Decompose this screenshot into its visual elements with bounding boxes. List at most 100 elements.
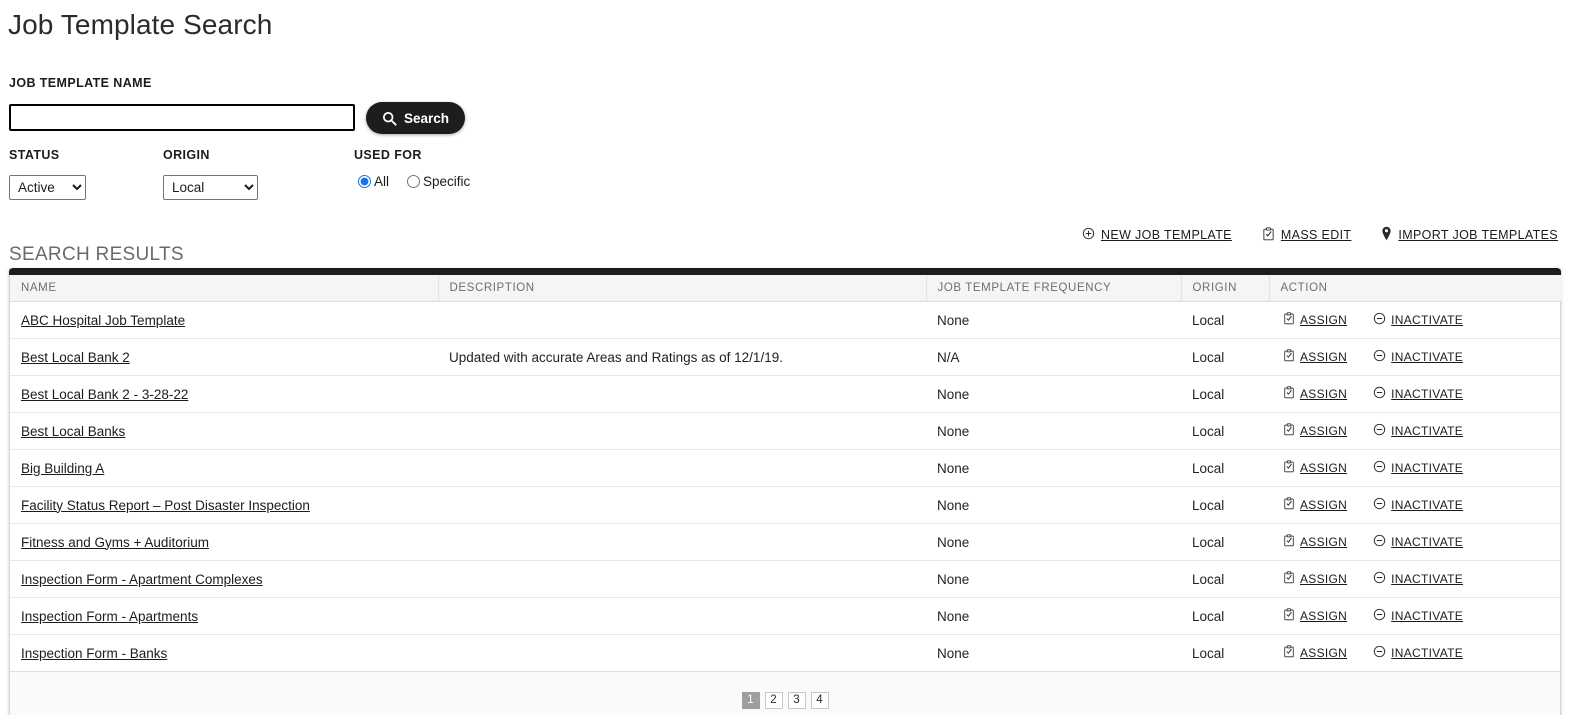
cell-action: ASSIGN INACTIVATE — [1269, 301, 1562, 339]
cell-description: Updated with accurate Areas and Ratings … — [438, 338, 926, 376]
job-template-link[interactable]: Inspection Form - Apartments — [21, 609, 198, 624]
inactivate-action[interactable]: INACTIVATE — [1373, 312, 1463, 328]
job-template-link[interactable]: Best Local Bank 2 - 3-28-22 — [21, 387, 188, 402]
job-template-link[interactable]: Inspection Form - Apartment Complexes — [21, 572, 263, 587]
job-template-link[interactable]: Facility Status Report – Post Disaster I… — [21, 498, 310, 513]
circle-minus-icon — [1373, 312, 1386, 328]
cell-origin: Local — [1181, 338, 1269, 376]
cell-name: Inspection Form - Banks — [10, 634, 438, 672]
assign-action[interactable]: ASSIGN — [1283, 534, 1347, 550]
job-template-name-input[interactable] — [9, 104, 355, 131]
assign-action[interactable]: ASSIGN — [1283, 497, 1347, 513]
circle-minus-icon — [1373, 534, 1386, 550]
column-header-description[interactable]: DESCRIPTION — [438, 275, 927, 302]
assign-label: ASSIGN — [1300, 424, 1348, 438]
cell-frequency: None — [926, 486, 1181, 524]
cell-name: Inspection Form - Apartments — [10, 597, 438, 635]
cell-origin: Local — [1181, 523, 1269, 561]
inactivate-action[interactable]: INACTIVATE — [1373, 423, 1463, 439]
assign-action[interactable]: ASSIGN — [1283, 460, 1347, 476]
inactivate-action[interactable]: INACTIVATE — [1373, 460, 1463, 476]
cell-origin: Local — [1181, 412, 1269, 450]
cell-description — [438, 560, 926, 598]
assign-action[interactable]: ASSIGN — [1283, 571, 1347, 587]
assign-action[interactable]: ASSIGN — [1283, 608, 1347, 624]
job-template-link[interactable]: Big Building A — [21, 461, 104, 476]
inactivate-action[interactable]: INACTIVATE — [1373, 386, 1463, 402]
assign-action[interactable]: ASSIGN — [1283, 312, 1347, 328]
used-for-specific-radio[interactable] — [407, 175, 421, 188]
mass-edit-action[interactable]: MASS EDIT — [1262, 226, 1352, 244]
used-for-all-option[interactable]: All — [358, 174, 389, 189]
assign-label: ASSIGN — [1300, 350, 1348, 364]
assign-action[interactable]: ASSIGN — [1283, 386, 1347, 402]
table-row: Best Local Bank 2 Updated with accurate A… — [10, 338, 1562, 376]
column-header-origin[interactable]: ORIGIN — [1181, 275, 1270, 302]
circle-minus-icon — [1373, 386, 1386, 402]
cell-description — [438, 486, 926, 524]
job-template-link[interactable]: Inspection Form - Banks — [21, 646, 167, 661]
origin-select[interactable]: Local — [163, 175, 258, 200]
circle-minus-icon — [1373, 349, 1386, 365]
job-template-link[interactable]: Fitness and Gyms + Auditorium — [21, 535, 209, 550]
job-template-link[interactable]: Best Local Banks — [21, 424, 125, 439]
results-table-container: NAME DESCRIPTION JOB TEMPLATE FREQUENCY … — [9, 268, 1562, 715]
used-for-radio-group: All Specific — [358, 174, 470, 189]
inactivate-label: INACTIVATE — [1391, 424, 1464, 438]
cell-action: ASSIGN INACTIVATE — [1269, 449, 1562, 487]
status-select[interactable]: Active — [9, 175, 86, 200]
cell-origin: Local — [1181, 597, 1269, 635]
pagination-page-2[interactable]: 2 — [764, 691, 783, 709]
inactivate-action[interactable]: INACTIVATE — [1373, 571, 1463, 587]
inactivate-action[interactable]: INACTIVATE — [1373, 608, 1463, 624]
inactivate-action[interactable]: INACTIVATE — [1373, 497, 1463, 513]
inactivate-action[interactable]: INACTIVATE — [1373, 645, 1463, 661]
job-template-link[interactable]: Best Local Bank 2 — [21, 350, 130, 365]
table-row: Big Building A None Local ASSIGN INACTIVATE — [10, 449, 1562, 487]
assign-action[interactable]: ASSIGN — [1283, 423, 1347, 439]
inactivate-action[interactable]: INACTIVATE — [1373, 349, 1463, 365]
job-template-link[interactable]: ABC Hospital Job Template — [21, 313, 185, 328]
assign-label: ASSIGN — [1300, 572, 1348, 586]
used-for-specific-option[interactable]: Specific — [407, 174, 470, 189]
job-template-name-label: JOB TEMPLATE NAME — [9, 76, 152, 90]
cell-name: Facility Status Report – Post Disaster I… — [10, 486, 438, 524]
cell-name: Fitness and Gyms + Auditorium — [10, 523, 438, 561]
table-row: Inspection Form - Apartments None Local ASS… — [10, 597, 1562, 635]
cell-action: ASSIGN INACTIVATE — [1269, 375, 1562, 413]
cell-name: Inspection Form - Apartment Complexes — [10, 560, 438, 598]
cell-frequency: None — [926, 634, 1181, 672]
cell-origin: Local — [1181, 560, 1269, 598]
new-job-template-label: NEW JOB TEMPLATE — [1101, 228, 1232, 242]
column-header-frequency[interactable]: JOB TEMPLATE FREQUENCY — [926, 275, 1182, 302]
assign-label: ASSIGN — [1300, 609, 1348, 623]
assign-action[interactable]: ASSIGN — [1283, 645, 1347, 661]
used-for-specific-label: Specific — [423, 174, 471, 189]
circle-minus-icon — [1373, 571, 1386, 587]
clipboard-check-icon — [1283, 349, 1295, 365]
import-job-templates-action[interactable]: IMPORT JOB TEMPLATES — [1381, 226, 1558, 244]
pagination-page-4[interactable]: 4 — [810, 691, 829, 709]
new-job-template-action[interactable]: NEW JOB TEMPLATE — [1082, 227, 1232, 243]
clipboard-check-icon — [1283, 460, 1295, 476]
inactivate-label: INACTIVATE — [1391, 461, 1464, 475]
pagination-page-1[interactable]: 1 — [741, 691, 760, 709]
pagination-page-3[interactable]: 3 — [787, 691, 806, 709]
table-row: Facility Status Report – Post Disaster I… — [10, 486, 1562, 524]
status-label: STATUS — [9, 148, 60, 162]
used-for-all-radio[interactable] — [358, 175, 371, 188]
search-button[interactable]: Search — [366, 102, 465, 134]
inactivate-action[interactable]: INACTIVATE — [1373, 534, 1463, 550]
cell-frequency: N/A — [926, 338, 1181, 376]
cell-name: Best Local Bank 2 - 3-28-22 — [10, 375, 438, 413]
table-top-accent-bar — [9, 268, 1561, 275]
assign-action[interactable]: ASSIGN — [1283, 349, 1347, 365]
inactivate-label: INACTIVATE — [1391, 313, 1464, 327]
clipboard-check-icon — [1283, 608, 1295, 624]
job-template-search-page: Job Template Search JOB TEMPLATE NAME Se… — [0, 0, 1580, 715]
inactivate-label: INACTIVATE — [1391, 535, 1464, 549]
column-header-name[interactable]: NAME — [10, 275, 439, 302]
table-footer: 1234 — [10, 672, 1560, 715]
cell-frequency: None — [926, 560, 1181, 598]
cell-description — [438, 301, 926, 339]
